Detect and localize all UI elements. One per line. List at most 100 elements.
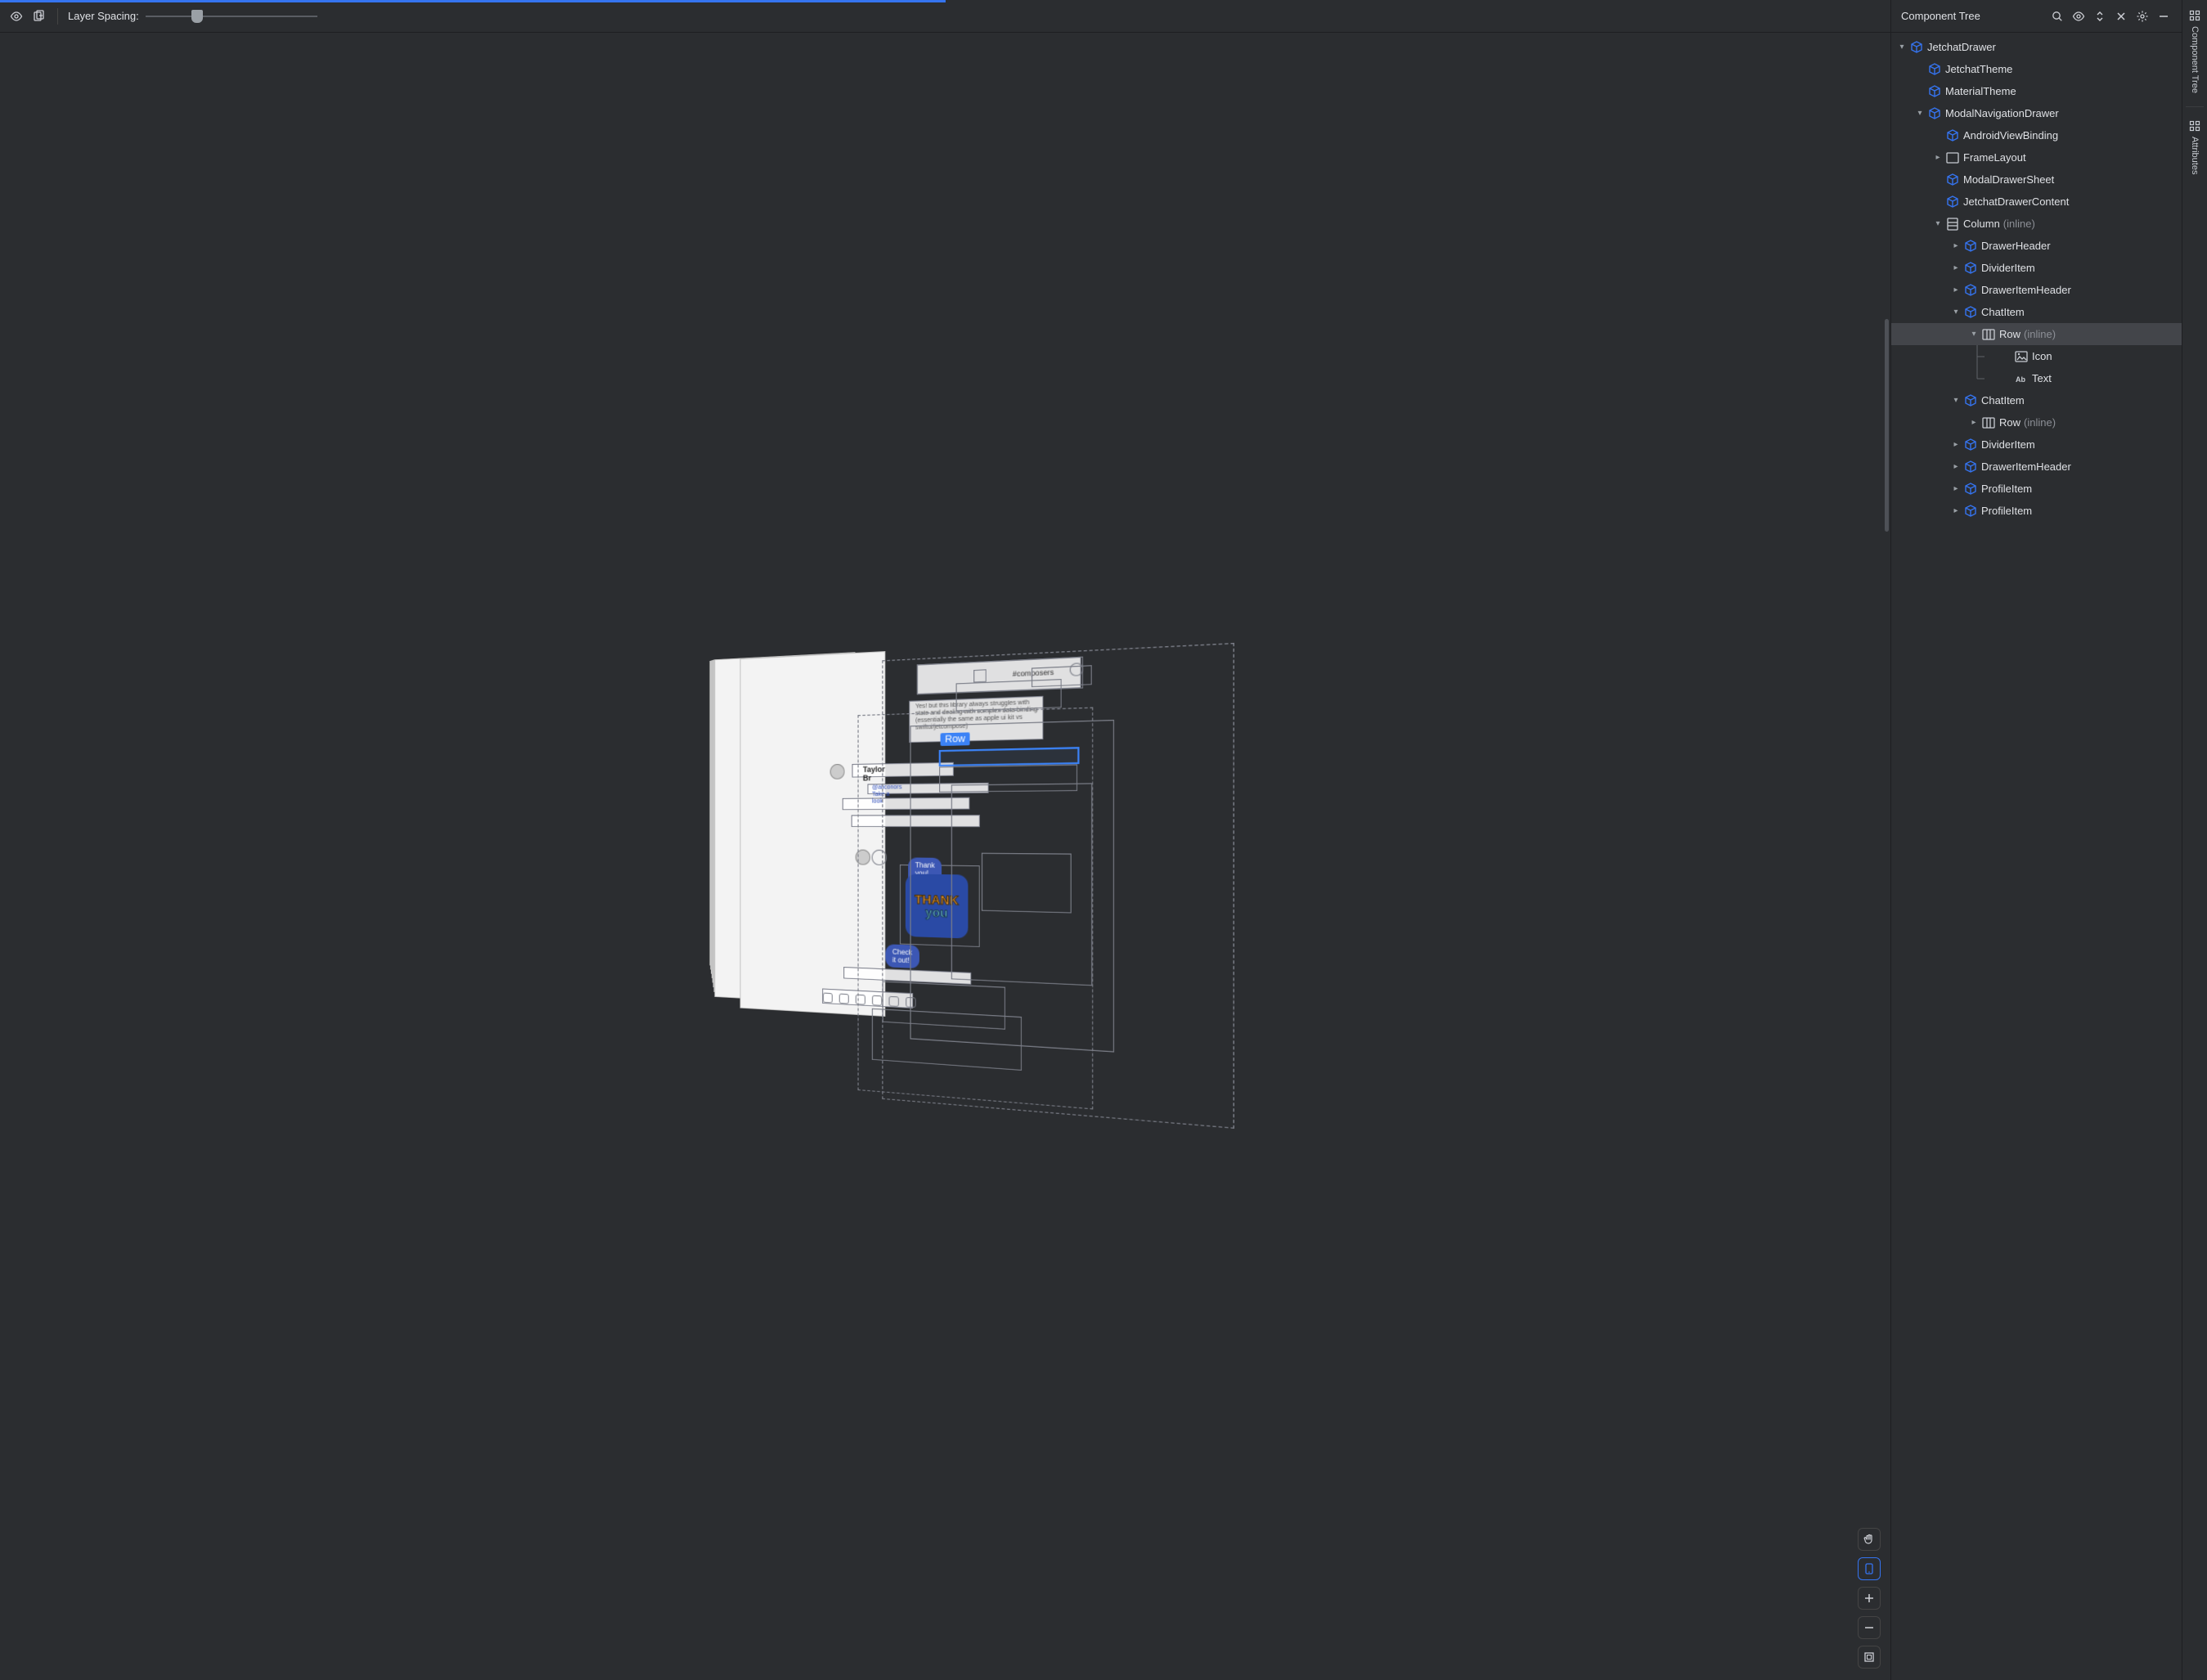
tree-node-drawerheader[interactable]: ▸ DrawerHeader [1891, 235, 2182, 257]
tree-node-jetchatdrawercontent[interactable]: ▸JetchatDrawerContent [1891, 191, 2182, 213]
tree-node-profileitem[interactable]: ▸ProfileItem [1891, 500, 2182, 522]
tree-node-column[interactable]: ▾Column(inline) [1891, 213, 2182, 235]
chevron-down-icon[interactable]: ▾ [1931, 219, 1945, 228]
tree-node-label: ChatItem [1981, 306, 2025, 318]
tree-node-suffix: (inline) [2003, 218, 2035, 230]
tree-node-framelayout[interactable]: ▸ FrameLayout [1891, 146, 2182, 168]
chevron-right-icon[interactable]: ▸ [1949, 484, 1963, 493]
tree-node-row[interactable]: ▾ Row (inline) [1891, 323, 2182, 345]
zoom-fit-button[interactable] [1858, 1646, 1881, 1669]
compose-icon [1927, 106, 1942, 121]
zoom-out-button[interactable] [1858, 1616, 1881, 1639]
rect-icon [1945, 150, 1960, 165]
compose-icon [1945, 128, 1960, 143]
tree-node-label: ModalNavigationDrawer [1945, 107, 2059, 119]
rail-tab-component-tree[interactable]: Component Tree [2187, 5, 2203, 98]
filter-visibility-icon[interactable] [2070, 8, 2087, 25]
tree-node-label: DividerItem [1981, 438, 2035, 451]
chevron-right-icon[interactable]: ▸ [1949, 285, 1963, 294]
chevron-down-icon[interactable]: ▾ [1913, 109, 1927, 118]
close-icon[interactable] [2113, 8, 2129, 25]
compose-icon [1963, 482, 1978, 496]
tree-node-label: ProfileItem [1981, 483, 2032, 495]
chevron-down-icon[interactable]: ▾ [1949, 396, 1963, 405]
compose-icon [1963, 261, 1978, 276]
compose-icon [1945, 195, 1960, 209]
tree-node-divideritem[interactable]: ▸ DividerItem [1891, 433, 2182, 456]
layer-spacing-label: Layer Spacing: [68, 10, 139, 22]
toolbar-separator [57, 8, 58, 25]
row-icon [1981, 327, 1996, 342]
avatar-icon [830, 764, 845, 779]
gear-icon[interactable] [2134, 8, 2151, 25]
compose-icon [1945, 173, 1960, 187]
tree-node-profileitem[interactable]: ▸ ProfileItem [1891, 478, 2182, 500]
component-tree[interactable]: ▾JetchatDrawer▸JetchatTheme▸MaterialThem… [1891, 33, 2182, 1680]
tree-node-icon[interactable]: ▸Icon [1891, 345, 2182, 367]
right-tool-rail: Component Tree Attributes [2182, 0, 2207, 1680]
pan-tool-button[interactable] [1858, 1528, 1881, 1551]
expand-collapse-icon[interactable] [2092, 8, 2108, 25]
compose-icon [1963, 504, 1978, 519]
col-icon [1945, 217, 1960, 231]
tree-node-draweritemheader[interactable]: ▸ DrawerItemHeader [1891, 279, 2182, 301]
tree-node-draweritemheader[interactable]: ▸ DrawerItemHeader [1891, 456, 2182, 478]
tree-node-label: JetchatTheme [1945, 63, 2012, 75]
tree-node-label: DrawerHeader [1981, 240, 2051, 252]
chevron-down-icon[interactable]: ▾ [1967, 330, 1981, 339]
device-mode-button[interactable] [1858, 1557, 1881, 1580]
compose-icon [1963, 393, 1978, 408]
tree-node-suffix: (inline) [2024, 416, 2056, 429]
tree-node-jetchattheme[interactable]: ▸JetchatTheme [1891, 58, 2182, 80]
rail-tab-attributes[interactable]: Attributes [2187, 115, 2203, 179]
chevron-down-icon[interactable]: ▾ [1895, 43, 1909, 52]
tree-node-label: Row [1999, 328, 2020, 340]
tree-node-label: ModalDrawerSheet [1963, 173, 2054, 186]
tree-node-jetchatdrawer[interactable]: ▾JetchatDrawer [1891, 36, 2182, 58]
tree-node-label: ChatItem [1981, 394, 2025, 407]
component-tree-panel: Component Tree ▾JetchatDrawer▸JetchatThe… [1890, 0, 2182, 1680]
tree-node-chatitem[interactable]: ▾ ChatItem [1891, 389, 2182, 411]
chevron-right-icon[interactable]: ▸ [1931, 153, 1945, 162]
tree-node-text[interactable]: ▸Text [1891, 367, 2182, 389]
tree-node-label: DrawerItemHeader [1981, 284, 2071, 296]
zoom-in-button[interactable] [1858, 1587, 1881, 1610]
tree-node-chatitem[interactable]: ▾ ChatItem [1891, 301, 2182, 323]
chevron-right-icon[interactable]: ▸ [1949, 462, 1963, 471]
chevron-right-icon[interactable]: ▸ [1949, 263, 1963, 272]
tree-node-label: JetchatDrawerContent [1963, 195, 2069, 208]
chevron-down-icon[interactable]: ▾ [1949, 308, 1963, 317]
minimize-icon[interactable] [2155, 8, 2172, 25]
chevron-right-icon[interactable]: ▸ [1949, 241, 1963, 250]
layer-spacing-slider[interactable] [146, 10, 317, 23]
tree-node-modaldrawersheet[interactable]: ▸ModalDrawerSheet [1891, 168, 2182, 191]
tree-node-label: FrameLayout [1963, 151, 2026, 164]
show-layout-bounds-icon[interactable] [8, 8, 25, 25]
compose-icon [1963, 305, 1978, 320]
compose-icon [1927, 84, 1942, 99]
chevron-right-icon[interactable]: ▸ [1949, 440, 1963, 449]
tree-node-androidviewbinding[interactable]: ▸AndroidViewBinding [1891, 124, 2182, 146]
tree-node-label: Text [2032, 372, 2052, 384]
compose-icon [1963, 283, 1978, 298]
chevron-right-icon[interactable]: ▸ [1949, 506, 1963, 515]
tree-node-row[interactable]: ▸ Row (inline) [1891, 411, 2182, 433]
panel-title: Component Tree [1901, 10, 2044, 22]
tree-node-modalnavigationdrawer[interactable]: ▾ ModalNavigationDrawer [1891, 102, 2182, 124]
tree-node-suffix: (inline) [2024, 328, 2056, 340]
progress-indicator [0, 0, 946, 2]
layout-inspector-canvas[interactable]: #composers Yes! but this library always … [0, 33, 1890, 1680]
tree-node-label: AndroidViewBinding [1963, 129, 2058, 141]
compose-icon [1927, 62, 1942, 77]
search-icon[interactable] [2049, 8, 2065, 25]
chevron-right-icon[interactable]: ▸ [1967, 418, 1981, 427]
scrollbar[interactable] [1885, 319, 1889, 532]
tree-node-divideritem[interactable]: ▸ DividerItem [1891, 257, 2182, 279]
export-icon[interactable] [31, 8, 47, 25]
row-icon [1981, 416, 1996, 430]
tree-node-label: DividerItem [1981, 262, 2035, 274]
tree-node-materialtheme[interactable]: ▸MaterialTheme [1891, 80, 2182, 102]
tree-node-label: DrawerItemHeader [1981, 460, 2071, 473]
compose-icon [1909, 40, 1924, 55]
tree-node-label: Row [1999, 416, 2020, 429]
